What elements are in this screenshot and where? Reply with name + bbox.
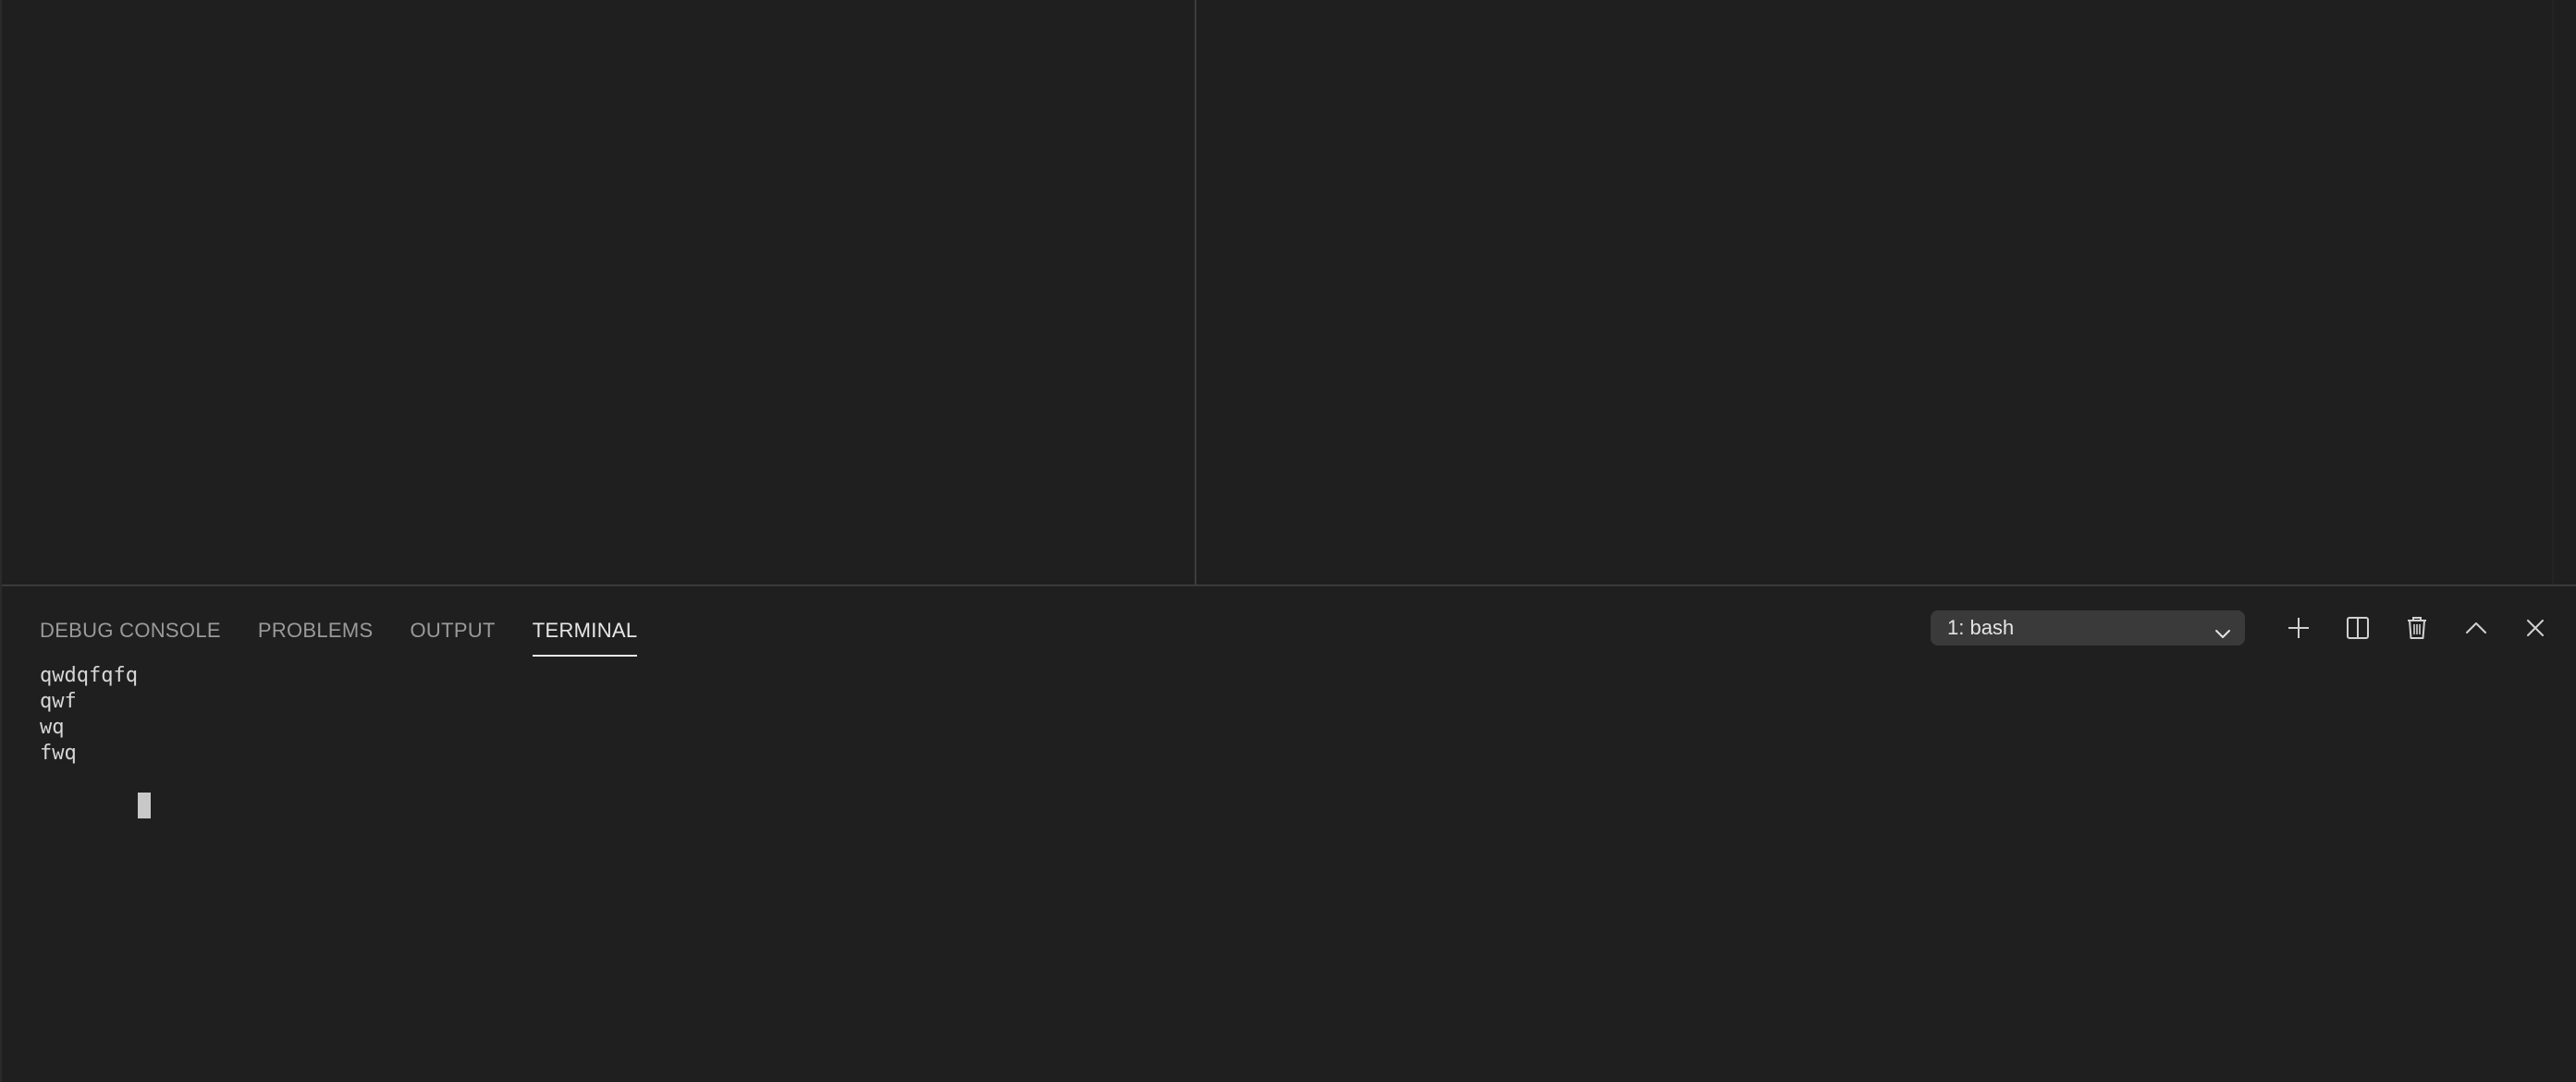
workbench: DEBUG CONSOLE PROBLEMS OUTPUT TERMINAL 1… xyxy=(0,0,2576,1082)
panel-actions: 1: bash xyxy=(1931,603,2558,653)
editor-group-left[interactable] xyxy=(2,0,1195,584)
plus-icon xyxy=(2286,615,2312,641)
kill-terminal-button[interactable] xyxy=(2395,606,2439,650)
terminal-cursor xyxy=(137,793,151,818)
terminal-output[interactable]: qwdqfqfq qwf wq fwq xyxy=(40,663,151,818)
terminal-prompt-line xyxy=(40,767,151,818)
split-icon xyxy=(2345,615,2371,641)
split-terminal-button[interactable] xyxy=(2336,606,2380,650)
terminal-selector[interactable]: 1: bash xyxy=(1931,610,2245,646)
maximize-panel-button[interactable] xyxy=(2454,606,2498,650)
tab-terminal[interactable]: TERMINAL xyxy=(532,605,638,657)
chevron-down-icon xyxy=(2214,619,2232,638)
trash-icon xyxy=(2404,615,2430,641)
panel-tabs: DEBUG CONSOLE PROBLEMS OUTPUT TERMINAL xyxy=(40,605,637,657)
chevron-up-icon xyxy=(2463,615,2489,641)
new-terminal-button[interactable] xyxy=(2276,606,2321,650)
editor-area xyxy=(2,0,2576,584)
editor-group-right[interactable] xyxy=(1196,0,2576,584)
terminal-line: qwf xyxy=(40,690,77,713)
bottom-panel: DEBUG CONSOLE PROBLEMS OUTPUT TERMINAL 1… xyxy=(2,584,2576,1082)
terminal-line: fwq xyxy=(40,742,77,765)
terminal-selector-value: 1: bash xyxy=(1947,616,2015,639)
close-panel-button[interactable] xyxy=(2513,606,2558,650)
terminal-line: wq xyxy=(40,716,65,739)
editor-scrollbar-track xyxy=(2552,0,2554,584)
terminal-line: qwdqfqfq xyxy=(40,664,138,687)
tab-problems[interactable]: PROBLEMS xyxy=(258,605,374,657)
tab-output[interactable]: OUTPUT xyxy=(411,605,496,657)
close-icon xyxy=(2522,615,2548,641)
tab-debug-console[interactable]: DEBUG CONSOLE xyxy=(40,605,221,657)
